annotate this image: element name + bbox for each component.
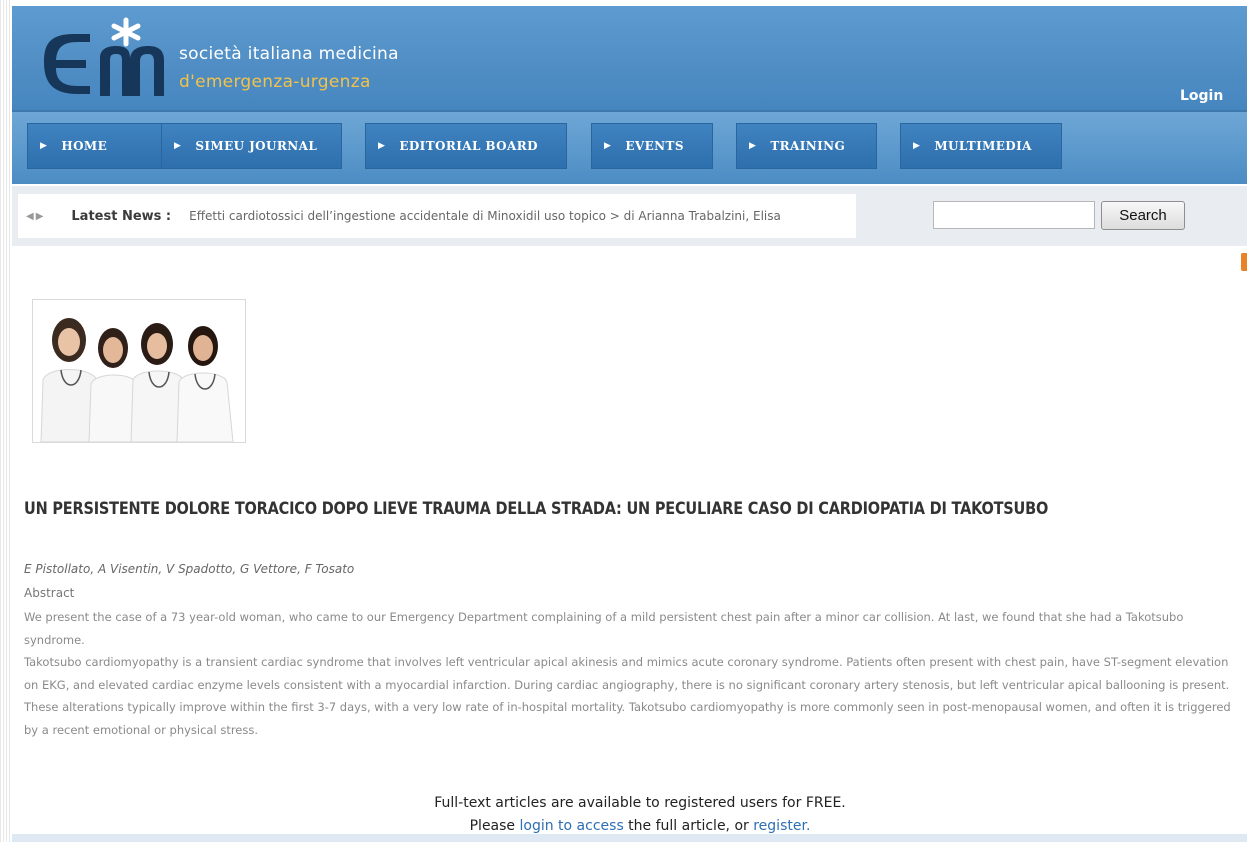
main-navigation: ▶ HOME ▶ SIMEU JOURNAL ▶ EDITORIAL BOARD… bbox=[12, 112, 1247, 184]
article-image bbox=[32, 299, 246, 443]
search-input[interactable] bbox=[933, 201, 1095, 229]
nav-arrow-icon: ▶ bbox=[40, 141, 48, 151]
site-name-line1: società italiana medicina bbox=[179, 44, 399, 64]
doctors-photo bbox=[33, 300, 245, 442]
site-logo[interactable] bbox=[30, 14, 180, 104]
access-prefix: Please bbox=[469, 818, 520, 834]
news-headline-link[interactable]: Effetti cardiotossici dell’ingestione ac… bbox=[189, 209, 781, 223]
news-ticker: ◀▶ Latest News : Effetti cardiotossici d… bbox=[18, 194, 856, 238]
footer-edge bbox=[12, 834, 1247, 842]
access-middle: the full article, or bbox=[623, 818, 754, 834]
nav-item-label: EVENTS bbox=[625, 139, 684, 153]
access-note: Full-text articles are available to regi… bbox=[0, 792, 1247, 838]
nav-item-label: EDITORIAL BOARD bbox=[399, 139, 538, 153]
article-title: UN PERSISTENTE DOLORE TORACICO DOPO LIEV… bbox=[24, 500, 1049, 519]
nav-item-home[interactable]: ▶ HOME bbox=[27, 123, 167, 169]
nav-item-label: HOME bbox=[61, 139, 108, 153]
nav-item-training[interactable]: ▶ TRAINING bbox=[736, 123, 877, 169]
nav-item-label: SIMEU JOURNAL bbox=[195, 139, 318, 153]
abstract-label: Abstract bbox=[24, 586, 75, 600]
abstract-paragraph: Takotsubo cardiomyopathy is a transient … bbox=[24, 655, 1231, 737]
nav-arrow-icon: ▶ bbox=[378, 141, 386, 151]
access-note-line1: Full-text articles are available to regi… bbox=[434, 795, 846, 811]
nav-arrow-icon: ▶ bbox=[913, 141, 921, 151]
article-authors: E Pistollato, A Visentin, V Spadotto, G … bbox=[24, 562, 355, 576]
login-to-access-link[interactable]: login to access bbox=[520, 818, 624, 834]
rss-icon[interactable] bbox=[1241, 253, 1247, 271]
abstract-body: We present the case of a 73 year-old wom… bbox=[24, 606, 1244, 741]
site-name-line2: d'emergenza-urgenza bbox=[179, 72, 371, 92]
nav-arrow-icon: ▶ bbox=[604, 141, 612, 151]
news-label: Latest News : bbox=[71, 208, 172, 224]
abstract-paragraph: We present the case of a 73 year-old wom… bbox=[24, 610, 1184, 647]
ticker-prev-next-icon[interactable]: ◀▶ bbox=[26, 211, 45, 222]
nav-item-editorial-board[interactable]: ▶ EDITORIAL BOARD bbox=[365, 123, 567, 169]
site-header: società italiana medicina d'emergenza-ur… bbox=[12, 6, 1247, 112]
page-left-border bbox=[0, 0, 10, 842]
search-button[interactable]: Search bbox=[1101, 201, 1185, 230]
register-link[interactable]: register. bbox=[753, 818, 810, 834]
login-link[interactable]: Login bbox=[1180, 88, 1223, 104]
nav-item-simeu-journal[interactable]: ▶ SIMEU JOURNAL bbox=[161, 123, 342, 169]
nav-arrow-icon: ▶ bbox=[749, 141, 757, 151]
nav-item-label: TRAINING bbox=[770, 139, 846, 153]
nav-item-events[interactable]: ▶ EVENTS bbox=[591, 123, 713, 169]
nav-item-multimedia[interactable]: ▶ MULTIMEDIA bbox=[900, 123, 1062, 169]
nav-item-label: MULTIMEDIA bbox=[934, 139, 1032, 153]
nav-arrow-icon: ▶ bbox=[174, 141, 182, 151]
